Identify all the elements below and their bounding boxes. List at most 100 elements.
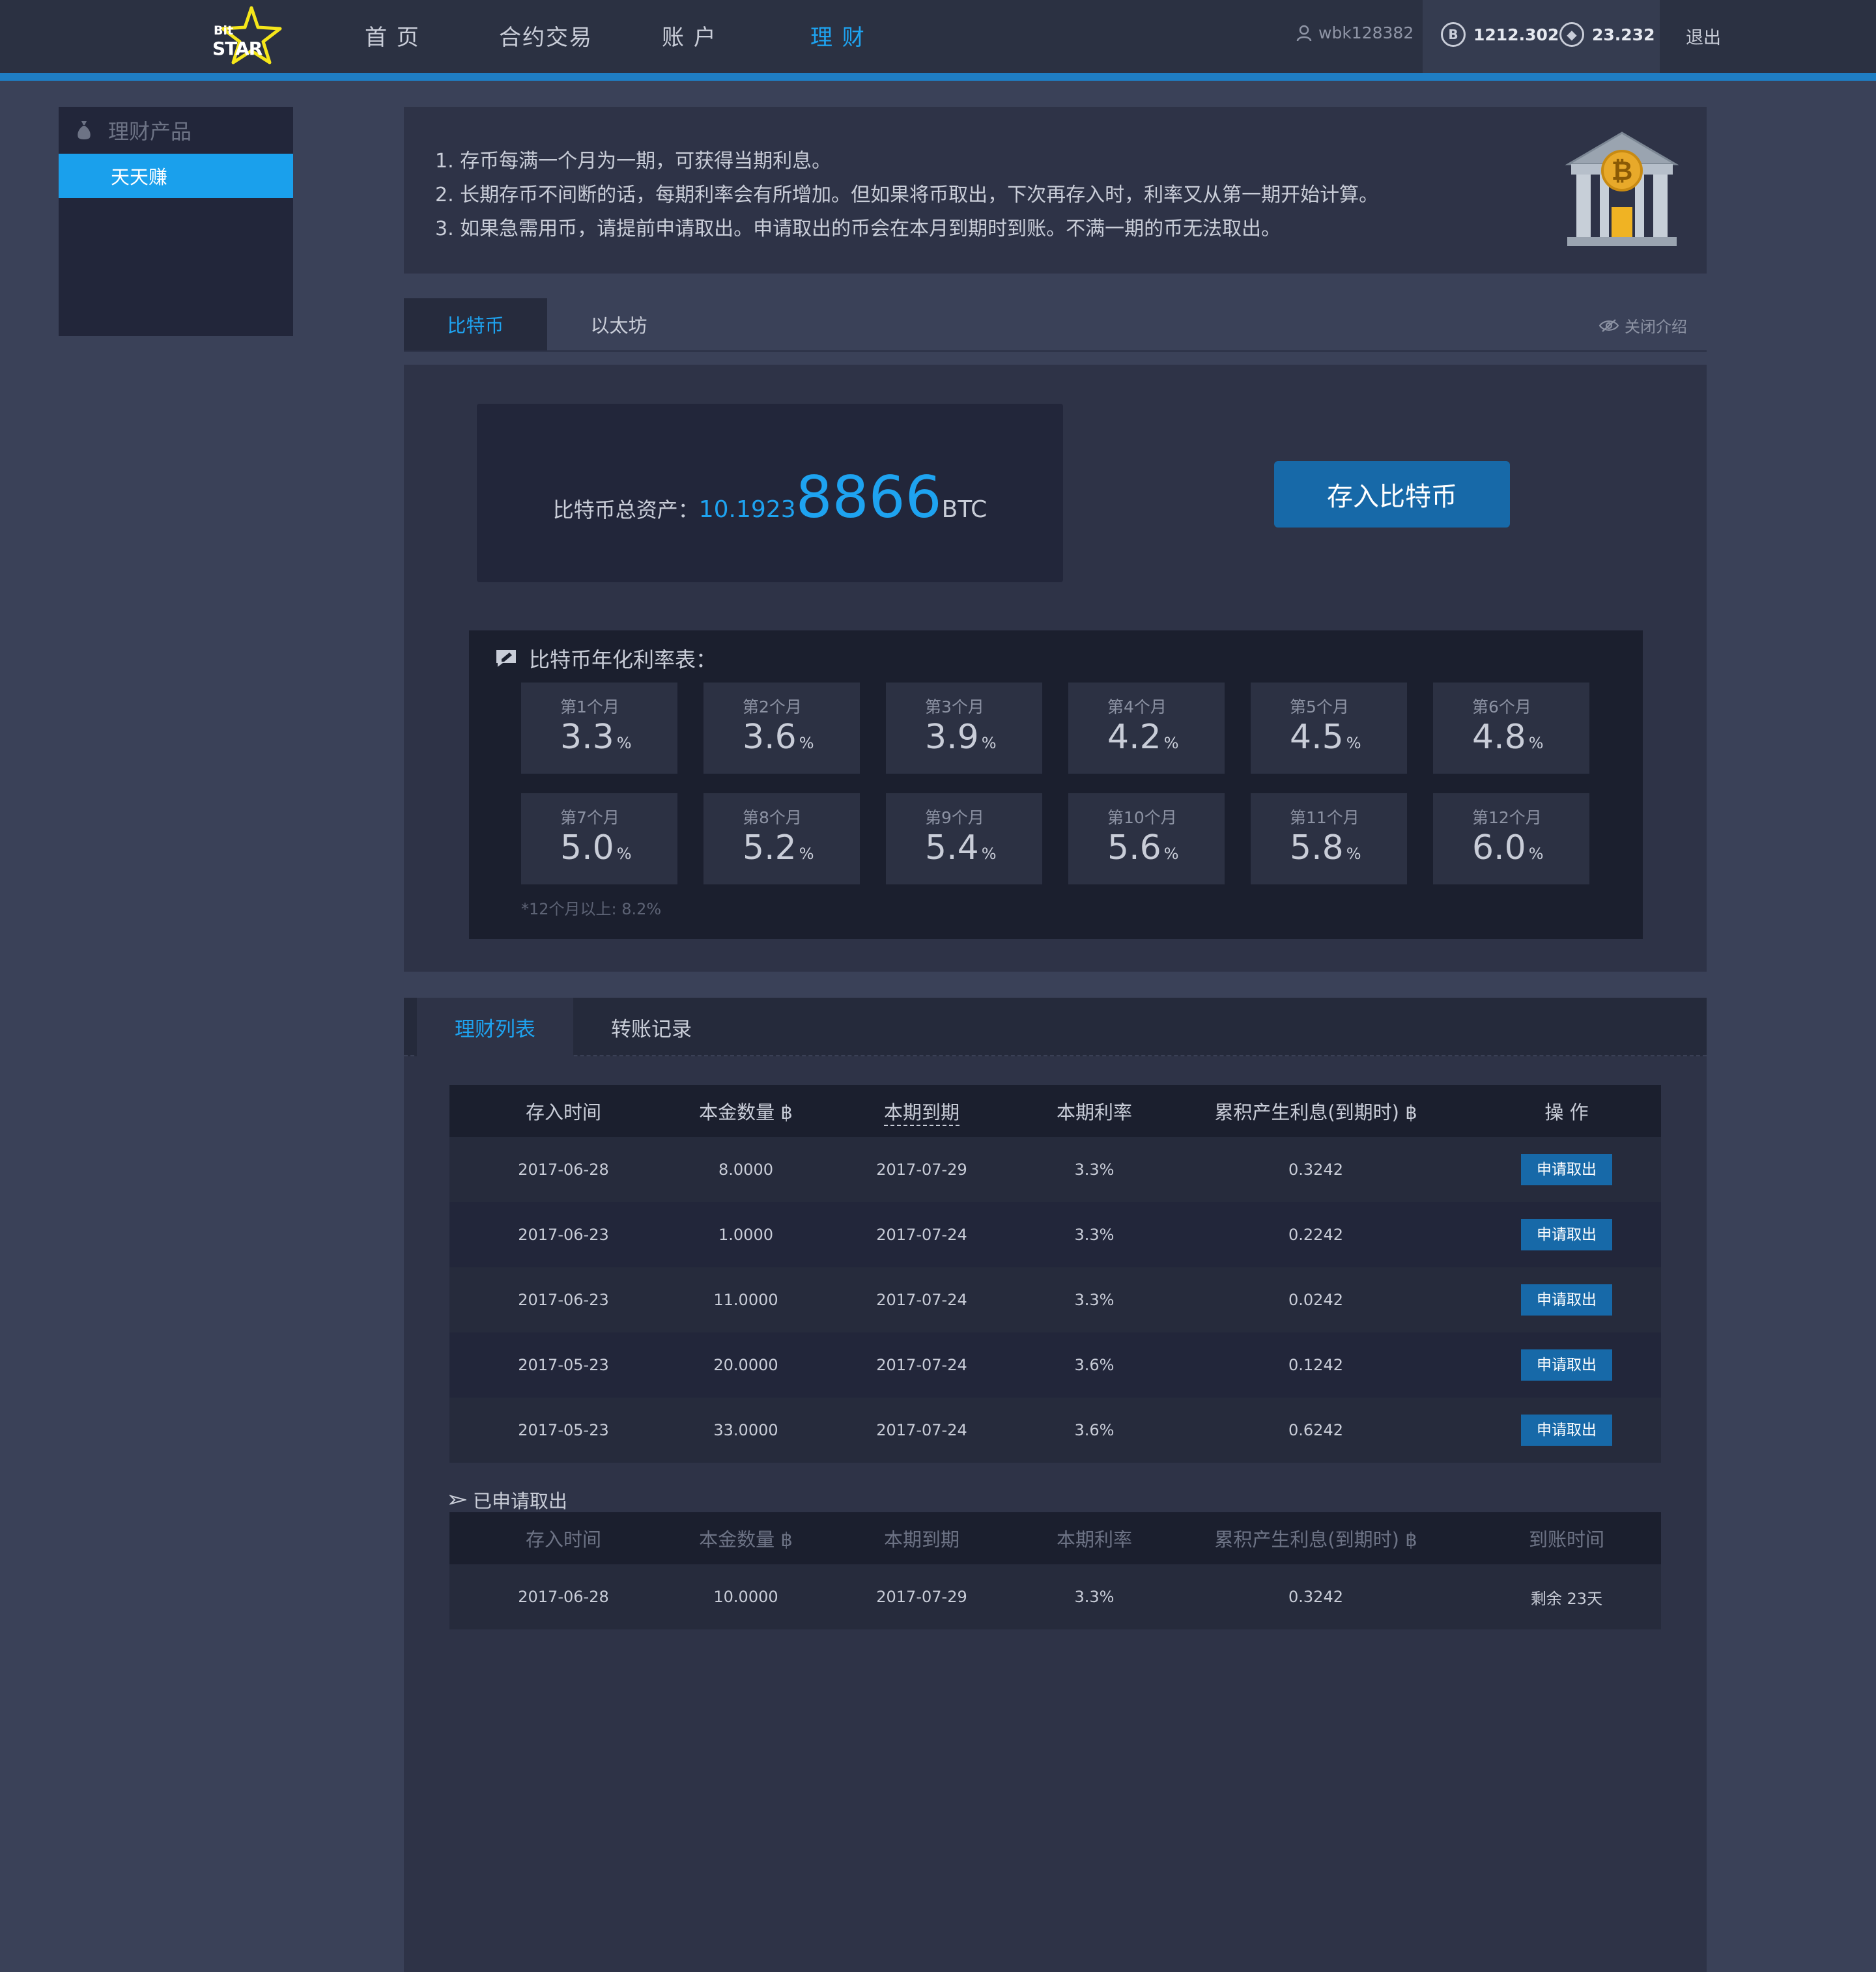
nav-wealth[interactable]: 理 财: [810, 20, 866, 51]
request-withdraw-button[interactable]: 申请取出: [1521, 1284, 1612, 1316]
col-due-date[interactable]: 本期到期: [814, 1097, 1029, 1126]
table-cell: 剩余 23天: [1530, 1589, 1603, 1608]
rate-cell-month-5: 第5个月 4.5%: [1251, 683, 1407, 774]
rate-table-title-text: 比特币年化利率表：: [529, 647, 717, 672]
asset-panel: 比特币总资产： 10.1923 8866 BTC 存入比特币 比特币年化利率表：…: [404, 365, 1707, 972]
active-rows: 2017-06-28 8.0000 2017-07-29 3.3% 0.3242 申请取出…: [449, 1137, 1661, 1463]
tab-ethereum[interactable]: 以太坊: [547, 298, 690, 350]
col-accrued-interest[interactable]: 累积产生利息(到期时) ฿: [1159, 1097, 1472, 1125]
rate-value: 3.9%: [925, 718, 997, 757]
table-cell: 3.3%: [1074, 1226, 1115, 1244]
col-rate[interactable]: 本期利率: [1029, 1097, 1159, 1125]
rate-value: 5.6%: [1107, 828, 1179, 867]
request-withdraw-button[interactable]: 申请取出: [1521, 1415, 1612, 1446]
request-withdraw-button[interactable]: 申请取出: [1521, 1349, 1612, 1381]
request-withdraw-button[interactable]: 申请取出: [1521, 1154, 1612, 1185]
rate-month-label: 第2个月: [743, 697, 802, 716]
table-cell: 0.0242: [1288, 1291, 1343, 1309]
rate-percent-sign: %: [799, 734, 814, 752]
rate-number: 4.2: [1107, 718, 1161, 757]
nav-contract-trading[interactable]: 合约交易: [499, 20, 593, 51]
table-cell: 2017-05-23: [518, 1421, 609, 1439]
rate-month-label: 第4个月: [1107, 697, 1167, 716]
close-intro-button[interactable]: 关闭介绍: [1599, 314, 1687, 337]
bitcoin-icon: B: [1441, 22, 1466, 47]
table-cell: 2017-07-24: [876, 1356, 967, 1374]
rate-percent-sign: %: [616, 845, 632, 863]
tab-bitcoin[interactable]: 比特币: [404, 298, 547, 350]
nav-account[interactable]: 账 户: [662, 20, 717, 51]
applied-col-rate: 本期利率: [1056, 1528, 1132, 1551]
rate-cell-month-7: 第7个月 5.0%: [521, 793, 677, 884]
table-cell: 11.0000: [713, 1291, 778, 1309]
rate-table: 比特币年化利率表： 第1个月 3.3% 第2个月 3.6% 第3个月 3.9% 第4个月 4.…: [469, 630, 1643, 939]
table-cell: 3.3%: [1074, 1161, 1115, 1179]
rate-percent-sign: %: [1346, 845, 1361, 863]
rate-cell-month-10: 第10个月 5.6%: [1068, 793, 1225, 884]
notice-line-3: 3. 如果急需用币，请提前申请取出。申请取出的币会在本月到期时到账。不满一期的币…: [435, 218, 1281, 240]
table-cell: 33.0000: [713, 1421, 778, 1439]
table-header: 存入时间 本金数量 ฿ 本期到期 本期利率 累积产生利息(到期时) ฿ 操 作: [449, 1085, 1661, 1137]
table-cell: 2017-07-24: [876, 1226, 967, 1244]
col-deposit-time[interactable]: 存入时间: [449, 1097, 677, 1125]
rate-number: 5.8: [1290, 828, 1344, 867]
rate-number: 3.3: [560, 718, 614, 757]
table-row: 2017-06-23 1.0000 2017-07-24 3.3% 0.2242 申请取出: [449, 1202, 1661, 1267]
rate-cell-month-4: 第4个月 4.2%: [1068, 683, 1225, 774]
table-row: 2017-05-23 20.0000 2017-07-24 3.6% 0.1242 申请取…: [449, 1332, 1661, 1398]
sidebar-item-daily-earn[interactable]: 天天赚: [59, 154, 293, 198]
total-asset-box: 比特币总资产： 10.1923 8866 BTC: [477, 404, 1063, 582]
header-accent-line: [0, 73, 1876, 81]
rate-month-label: 第10个月: [1107, 808, 1177, 827]
nav-home[interactable]: 首 页: [365, 20, 420, 51]
table-cell: 8.0000: [718, 1161, 773, 1179]
table-cell: 3.6%: [1074, 1356, 1115, 1374]
total-asset-text: 比特币总资产： 10.1923 8866 BTC: [477, 404, 1063, 582]
table-cell: 2017-06-28: [518, 1588, 609, 1606]
rate-month-label: 第12个月: [1472, 808, 1542, 827]
notice-line-2: 2. 长期存币不间断的话，每期利率会有所增加。但如果将币取出，下次再存入时，利率…: [435, 184, 1379, 206]
bitcoin-bank-icon: ₿: [1565, 132, 1679, 246]
arrow-right-icon: [449, 1495, 466, 1505]
table-cell: 2017-06-28: [518, 1161, 609, 1179]
logout-link[interactable]: 退出: [1686, 23, 1721, 49]
rate-cell-month-2: 第2个月 3.6%: [704, 683, 860, 774]
rate-cell-month-3: 第3个月 3.9%: [886, 683, 1042, 774]
action-cell: 申请取出: [1472, 1219, 1661, 1250]
rate-value: 4.2%: [1107, 718, 1179, 757]
rate-month-label: 第1个月: [560, 697, 619, 716]
username: wbk128382: [1318, 23, 1414, 42]
deposit-bitcoin-button[interactable]: 存入比特币: [1274, 461, 1510, 528]
applied-section-title[interactable]: 已申请取出: [449, 1486, 567, 1514]
eye-off-icon: [1599, 318, 1619, 332]
rate-month-label: 第8个月: [743, 808, 802, 827]
bitstar-logo[interactable]: Bit STAR: [212, 5, 284, 65]
close-intro-label: 关闭介绍: [1625, 318, 1687, 336]
request-withdraw-button[interactable]: 申请取出: [1521, 1219, 1612, 1250]
applied-table-header: 存入时间 本金数量 ฿ 本期到期 本期利率 累积产生利息(到期时) ฿ 到账时间: [449, 1512, 1661, 1564]
tab-wealth-list[interactable]: 理财列表: [417, 998, 573, 1056]
rate-value: 4.5%: [1290, 718, 1361, 757]
col-principal[interactable]: 本金数量 ฿: [677, 1097, 814, 1125]
table-cell: 0.3242: [1288, 1161, 1343, 1179]
rate-month-label: 第11个月: [1290, 808, 1359, 827]
table-cell: 0.6242: [1288, 1421, 1343, 1439]
rate-percent-sign: %: [1163, 734, 1179, 752]
rate-month-label: 第3个月: [925, 697, 984, 716]
total-asset-label: 比特币总资产：: [552, 498, 699, 522]
applied-col-arrival-time: 到账时间: [1528, 1528, 1604, 1551]
applied-withdrawals-table: 存入时间 本金数量 ฿ 本期到期 本期利率 累积产生利息(到期时) ฿ 到账时间…: [449, 1512, 1661, 1629]
rate-note: *12个月以上: 8.2%: [521, 900, 662, 918]
table-cell: 3.3%: [1074, 1291, 1115, 1309]
action-cell: 申请取出: [1472, 1415, 1661, 1446]
tab-transfer-records[interactable]: 转账记录: [573, 998, 730, 1056]
rate-value: 5.2%: [743, 828, 814, 867]
rate-number: 5.4: [925, 828, 979, 867]
sidebar-title: 理财产品: [108, 119, 192, 144]
rate-number: 6.0: [1472, 828, 1526, 867]
total-asset-value-big: 8866: [795, 464, 942, 531]
ethereum-icon: ◆: [1559, 22, 1584, 47]
rate-cell-month-6: 第6个月 4.8%: [1433, 683, 1589, 774]
user-info[interactable]: wbk128382: [1296, 23, 1414, 42]
rate-value: 5.4%: [925, 828, 997, 867]
